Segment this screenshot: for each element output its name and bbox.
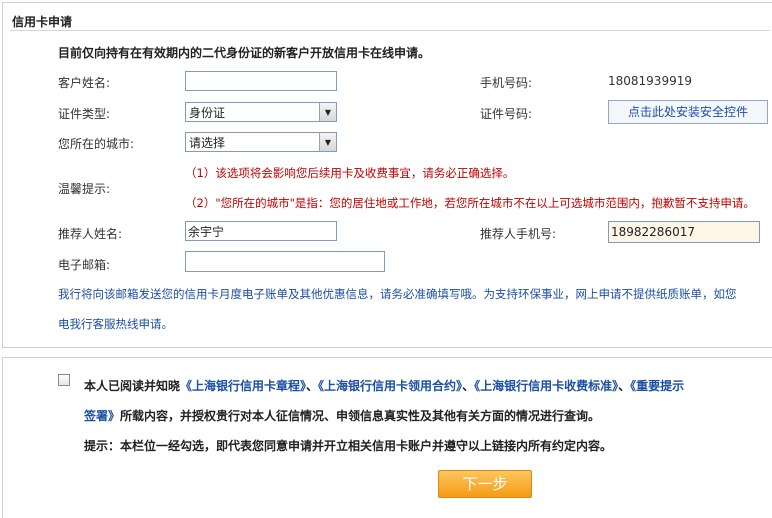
important-notice-link-cont[interactable]: 签署》 xyxy=(84,409,120,423)
chevron-down-icon: ▼ xyxy=(319,103,336,121)
separator: 、 xyxy=(306,379,319,393)
title-divider xyxy=(10,30,770,31)
tip-line-2: （2）"您所在的城市"是指：您的居住地或工作地，若您所在城市不在以上可选城市范围… xyxy=(185,196,755,210)
tips-label: 温馨提示: xyxy=(58,182,111,196)
eligibility-notice: 目前仅向持有在有效期内的二代身份证的新客户开放信用卡在线申请。 xyxy=(58,46,431,60)
mobile-value: 18081939919 xyxy=(608,74,692,88)
contract-link[interactable]: 《上海银行信用卡领用合约》 xyxy=(318,379,462,393)
agreement-hint: 提示：本栏位一经勾选，即代表您同意申请并开立相关信用卡账户并遵守以上链接内所有约… xyxy=(84,439,613,453)
email-label: 电子邮箱: xyxy=(58,258,111,272)
tip-line-1: （1）该选项将会影响您后续用卡及收费事宜，请务必正确选择。 xyxy=(185,166,515,180)
charter-link[interactable]: 《上海银行信用卡章程》 xyxy=(180,379,306,393)
fee-standard-link[interactable]: 《上海银行信用卡收费标准》 xyxy=(474,379,618,393)
section-title: 信用卡申请 xyxy=(12,15,73,29)
agreement-line-2: 签署》所载内容，并授权贵行对本人征信情况、申领信息真实性及其他有关方面的情况进行… xyxy=(84,407,600,424)
mobile-label: 手机号码: xyxy=(480,76,533,90)
id-type-label: 证件类型: xyxy=(58,107,111,121)
separator: 、 xyxy=(618,379,631,393)
install-security-control-button[interactable]: 点击此处安装安全控件 xyxy=(608,100,768,124)
referrer-name-label: 推荐人姓名: xyxy=(58,227,123,241)
id-number-label: 证件号码: xyxy=(480,107,533,121)
id-type-select[interactable]: 身份证 ▼ xyxy=(185,102,337,122)
chevron-down-icon: ▼ xyxy=(319,133,336,151)
agreement-text: 所载内容，并授权贵行对本人征信情况、申领信息真实性及其他有关方面的情况进行查询。 xyxy=(120,409,601,423)
agreement-checkbox[interactable] xyxy=(58,374,70,386)
important-notice-link[interactable]: 《重要提示 xyxy=(630,379,684,393)
separator: 、 xyxy=(462,379,475,393)
referrer-phone-label: 推荐人手机号: xyxy=(480,227,557,241)
email-note-line-1: 我行将向该邮箱发送您的信用卡月度电子账单及其他优惠信息，请务必准确填写哦。为支持… xyxy=(58,287,737,301)
referrer-name-input[interactable] xyxy=(185,221,337,241)
id-type-selected: 身份证 xyxy=(189,106,226,120)
customer-name-input[interactable] xyxy=(185,71,337,91)
email-input[interactable] xyxy=(185,251,385,272)
agreement-line-1: 本人已阅读并知晓《上海银行信用卡章程》、《上海银行信用卡领用合约》、《上海银行信… xyxy=(84,377,684,394)
email-note-line-2: 电我行客服热线申请。 xyxy=(58,317,173,331)
customer-name-label: 客户姓名: xyxy=(58,76,111,90)
next-step-button[interactable]: 下一步 xyxy=(438,470,532,498)
referrer-phone-input[interactable] xyxy=(608,221,760,243)
agreement-prefix: 本人已阅读并知晓 xyxy=(84,379,181,393)
city-select[interactable]: 请选择 ▼ xyxy=(185,132,337,152)
city-selected: 请选择 xyxy=(189,136,226,150)
city-label: 您所在的城市: xyxy=(58,137,135,151)
